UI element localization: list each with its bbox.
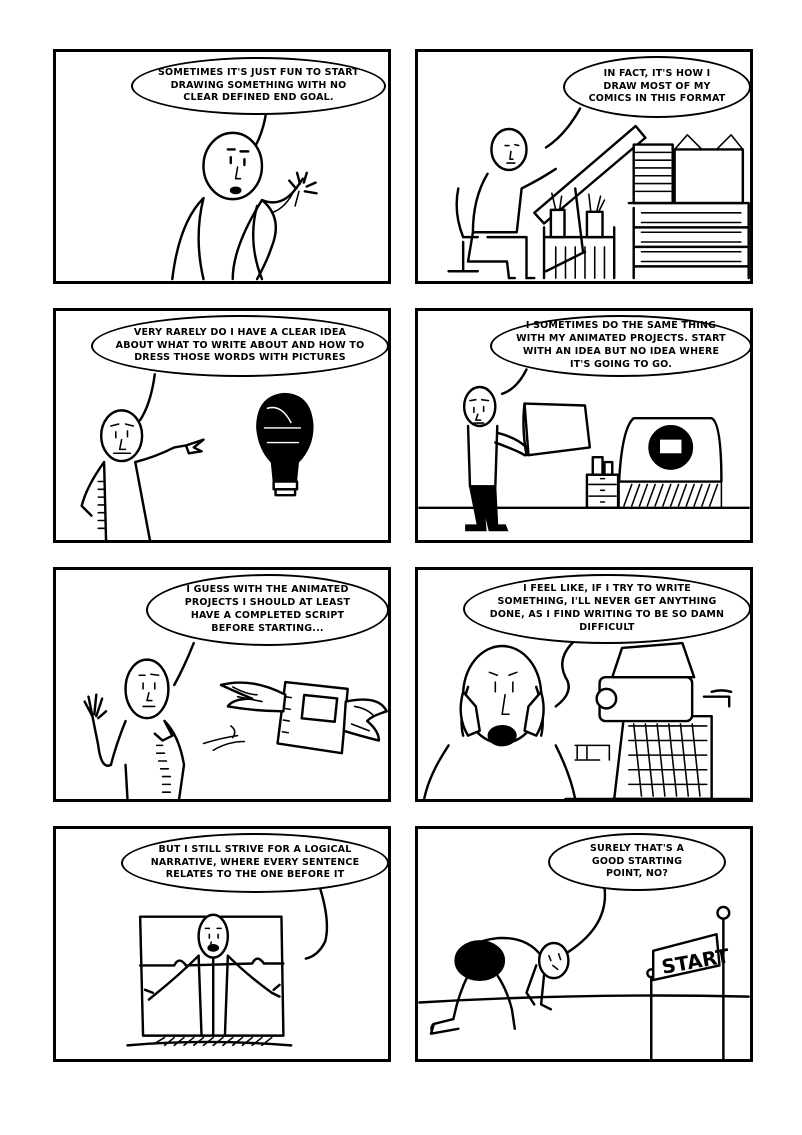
speech-bubble: SOMETIMES IT'S JUST FUN TO START DRAWING…: [131, 57, 386, 115]
speech-bubble: I FEEL LIKE, IF I TRY TO WRITE SOMETHING…: [463, 574, 750, 644]
comic-panel-3: VERY RARELY DO I HAVE A CLEAR IDEA ABOUT…: [53, 308, 391, 543]
caption-text: I GUESS WITH THE ANIMATED PROJECTS I SHO…: [184, 584, 351, 634]
comic-panel-7: BUT I STILL STRIVE FOR A LOGICAL NARRATI…: [53, 826, 391, 1062]
speech-bubble: I GUESS WITH THE ANIMATED PROJECTS I SHO…: [146, 574, 388, 646]
speech-bubble: IN FACT, IT'S HOW I DRAW MOST OF MY COMI…: [563, 56, 750, 118]
caption-text: VERY RARELY DO I HAVE A CLEAR IDEA ABOUT…: [115, 326, 365, 364]
caption-text: BUT I STILL STRIVE FOR A LOGICAL NARRATI…: [150, 843, 360, 881]
speech-bubble: I SOMETIMES DO THE SAME THING WITH MY AN…: [490, 315, 750, 377]
speech-bubble: BUT I STILL STRIVE FOR A LOGICAL NARRATI…: [121, 833, 388, 893]
caption-text: SOMETIMES IT'S JUST FUN TO START DRAWING…: [158, 66, 359, 104]
caption-text: SURELY THAT'S A GOOD STARTING POINT, NO?: [589, 842, 685, 880]
comic-panel-5: I GUESS WITH THE ANIMATED PROJECTS I SHO…: [53, 567, 391, 802]
caption-text: IN FACT, IT'S HOW I DRAW MOST OF MY COMI…: [588, 67, 726, 105]
caption-text: I FEEL LIKE, IF I TRY TO WRITE SOMETHING…: [489, 583, 725, 633]
comic-panel-8: START SURELY THAT'S A GOOD STARTING POIN…: [415, 826, 753, 1062]
comic-panel-2: IN FACT, IT'S HOW I DRAW MOST OF MY COMI…: [415, 49, 753, 284]
speech-bubble: SURELY THAT'S A GOOD STARTING POINT, NO?: [548, 833, 726, 891]
speech-bubble: VERY RARELY DO I HAVE A CLEAR IDEA ABOUT…: [91, 315, 388, 377]
comic-panel-4: I SOMETIMES DO THE SAME THING WITH MY AN…: [415, 308, 753, 543]
caption-text: I SOMETIMES DO THE SAME THING WITH MY AN…: [516, 320, 726, 370]
comic-panel-1: SOMETIMES IT'S JUST FUN TO START DRAWING…: [53, 49, 391, 284]
comic-panel-6: I FEEL LIKE, IF I TRY TO WRITE SOMETHING…: [415, 567, 753, 802]
